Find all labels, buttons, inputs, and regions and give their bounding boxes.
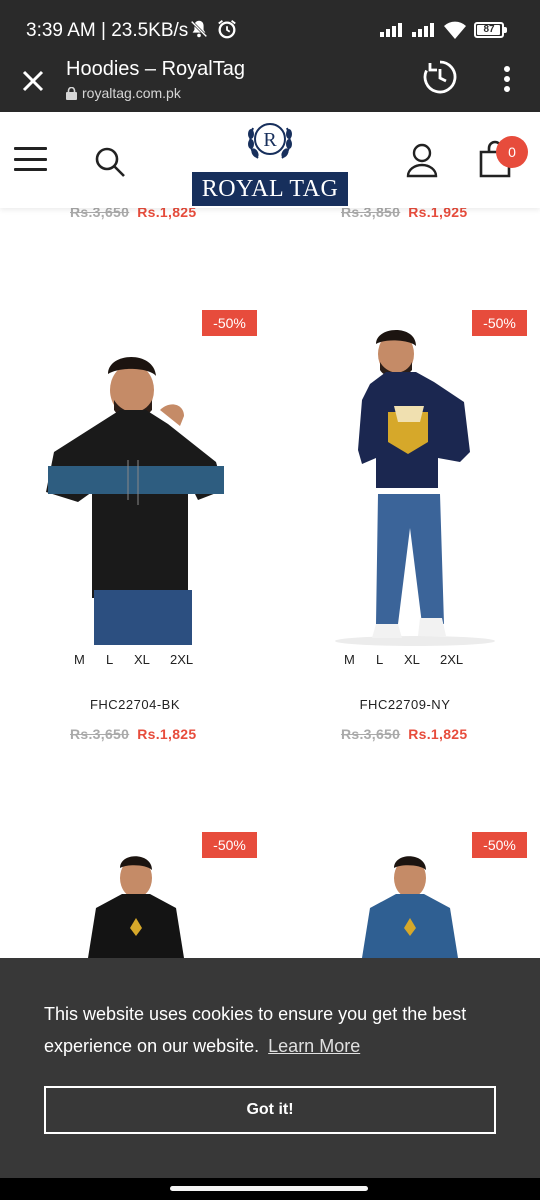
- size-option[interactable]: L: [106, 652, 113, 667]
- product-image[interactable]: [320, 326, 510, 646]
- browser-toolbar: Hoodies – RoyalTag royaltag.com.pk: [0, 58, 540, 112]
- history-icon[interactable]: [422, 59, 458, 95]
- close-icon[interactable]: [18, 66, 48, 96]
- size-option[interactable]: 2XL: [170, 652, 193, 667]
- search-icon[interactable]: [94, 146, 126, 178]
- product-image[interactable]: [40, 340, 240, 645]
- system-nav-bar: [0, 1178, 540, 1200]
- sale-price: Rs.1,825: [137, 726, 197, 742]
- cart-count-badge[interactable]: 0: [496, 136, 528, 168]
- product-sku[interactable]: FHC22704-BK: [35, 697, 235, 712]
- page-title: Hoodies – RoyalTag: [66, 58, 245, 80]
- learn-more-link[interactable]: Learn More: [268, 1036, 360, 1056]
- site-logo[interactable]: R ROYAL TAG: [192, 114, 348, 206]
- status-time: 3:39 AM | 23.5KB/s: [26, 20, 189, 41]
- price-row: Rs.3,650 Rs.1,825: [341, 726, 467, 742]
- lock-icon: [66, 86, 77, 100]
- cookie-banner: This website uses cookies to ensure you …: [0, 958, 540, 1178]
- product-image[interactable]: [360, 852, 464, 958]
- discount-badge: -50%: [202, 310, 257, 336]
- home-gesture-handle[interactable]: [170, 1186, 368, 1191]
- muted-bell-icon: [190, 20, 208, 38]
- product-sku[interactable]: FHC22709-NY: [305, 697, 505, 712]
- cookie-message: This website uses cookies to ensure you …: [44, 1004, 467, 1056]
- product-image[interactable]: [84, 852, 188, 958]
- crest-icon: R: [248, 123, 292, 159]
- signal-icon: [380, 23, 402, 37]
- account-icon[interactable]: [404, 142, 440, 178]
- url-text: royaltag.com.pk: [82, 85, 181, 101]
- size-option[interactable]: L: [376, 652, 383, 667]
- site-header: R ROYAL TAG 0: [0, 112, 540, 208]
- original-price: Rs.3,650: [70, 726, 130, 742]
- status-bar: 3:39 AM | 23.5KB/s 87: [0, 0, 540, 58]
- discount-badge: -50%: [472, 310, 527, 336]
- battery-icon: 87: [474, 22, 507, 38]
- url-display[interactable]: royaltag.com.pk: [66, 85, 181, 101]
- signal-icon-2: [412, 23, 434, 37]
- logo-text: ROYAL TAG: [192, 172, 348, 206]
- wifi-icon: [444, 21, 466, 39]
- menu-icon[interactable]: [14, 147, 47, 171]
- size-option[interactable]: M: [344, 652, 355, 667]
- svg-text:R: R: [263, 129, 277, 151]
- alarm-icon: [218, 20, 236, 39]
- original-price: Rs.3,650: [341, 726, 401, 742]
- more-options-icon[interactable]: [496, 64, 518, 94]
- size-option[interactable]: M: [74, 652, 85, 667]
- sale-price: Rs.1,825: [408, 726, 468, 742]
- discount-badge: -50%: [472, 832, 527, 858]
- accept-cookies-button[interactable]: Got it!: [44, 1086, 496, 1134]
- size-option[interactable]: 2XL: [440, 652, 463, 667]
- discount-badge: -50%: [202, 832, 257, 858]
- size-option[interactable]: XL: [134, 652, 150, 667]
- size-option[interactable]: XL: [404, 652, 420, 667]
- price-row: Rs.3,650 Rs.1,825: [70, 726, 196, 742]
